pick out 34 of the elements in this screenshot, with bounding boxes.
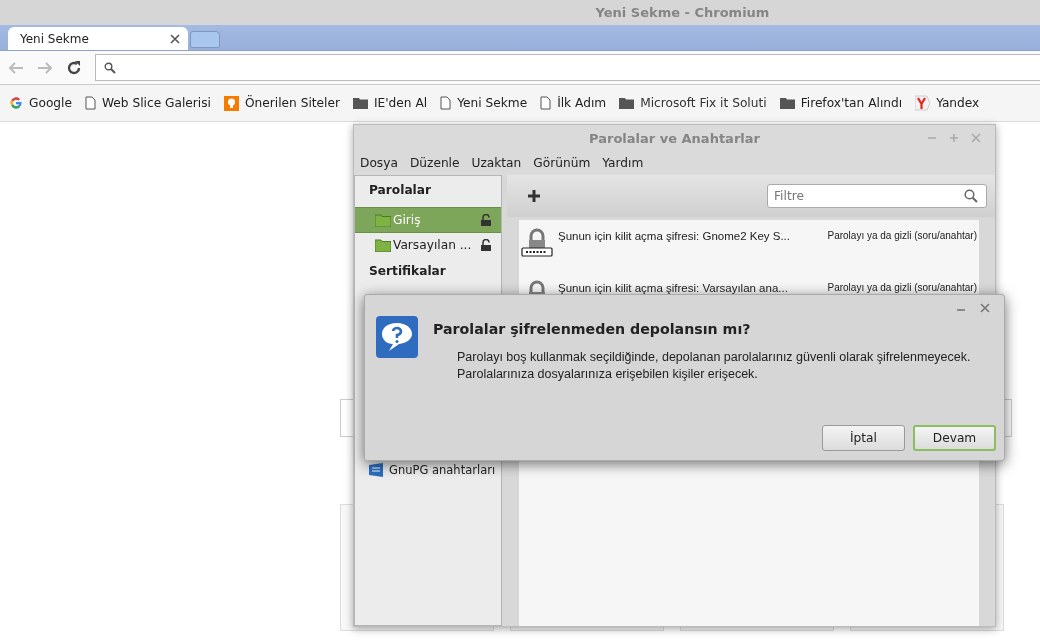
dialog-button[interactable]: Devam	[913, 425, 996, 451]
menu-item[interactable]: Dosya	[360, 156, 398, 170]
sidebar-item[interactable]: Varsayılan ...	[355, 233, 501, 257]
menu-item[interactable]: Düzenle	[409, 156, 460, 170]
item-type: Parolayı ya da gizli (soru/anahtar)	[827, 229, 977, 241]
dialog-title: Parolalar şifrelenmeden depolansın mı?	[433, 321, 752, 337]
item-name: Şunun için kilit açma şifresi: Varsayılan ana...	[558, 281, 789, 294]
menu-item[interactable]: Uzaktan	[471, 156, 522, 170]
bookmark[interactable]: Yandex	[915, 95, 980, 111]
bookmark[interactable]: Önerilen Siteler	[223, 95, 340, 111]
window-title: Parolalar ve Anahtarlar	[589, 130, 760, 146]
dialog-message: Parolalarınıza dosyalarınıza erişebilen kişiler erişecek.	[457, 366, 759, 383]
password-row[interactable]: Şunun için kilit açma şifresi: Gnome2 Key S... Parolayı ya da gizli (soru/anahtar)	[519, 220, 979, 272]
bookmark[interactable]: IE'den Al	[352, 96, 428, 110]
window-title: Yeni Sekme - Chromium	[595, 5, 770, 20]
bookmark[interactable]: Yeni Sekme	[440, 96, 528, 110]
item-type: Parolayı ya da gizli (soru/anahtar)	[827, 281, 977, 293]
sidebar-item[interactable]: GnuPG anahtarları	[355, 458, 501, 482]
bookmark[interactable]: Microsoft Fix it Soluti	[619, 96, 767, 110]
menu-item[interactable]: Yardım	[602, 156, 644, 170]
bookmark[interactable]: İlk Adım	[540, 96, 607, 110]
dialog-message: Parolayı boş kullanmak seçildiğinde, depolanan parolalarınız güvenli olarak şifrelenmeyecek.	[457, 349, 972, 366]
sidebar-heading: Sertifikalar	[368, 263, 447, 280]
filter-input[interactable]: Filtre	[772, 188, 964, 204]
sidebar-heading: Parolalar	[368, 182, 433, 199]
tab-title: Yeni Sekme	[20, 31, 89, 46]
dialog-button[interactable]: İptal	[822, 425, 905, 451]
bookmark[interactable]: Web Slice Galerisi	[85, 96, 211, 110]
menu-item[interactable]: Görünüm	[533, 156, 591, 170]
bookmark[interactable]: Firefox'tan Alındı	[779, 96, 903, 110]
item-name: Şunun için kilit açma şifresi: Gnome2 Key S...	[558, 229, 791, 242]
filter-field[interactable]: Filtre	[767, 184, 987, 208]
bookmark[interactable]: Google	[9, 96, 72, 110]
browser-tab[interactable]: Yeni Sekme	[8, 27, 188, 50]
